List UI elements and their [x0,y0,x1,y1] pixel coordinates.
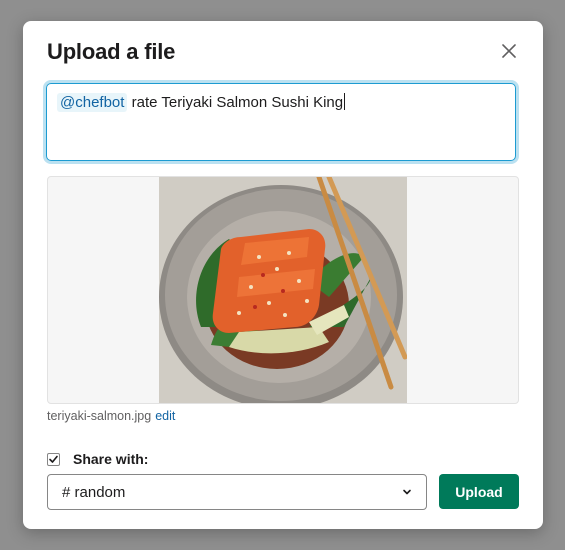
upload-button[interactable]: Upload [439,474,519,509]
message-text: rate Teriyaki Salmon Sushi King [127,94,344,111]
file-name-row: teriyaki-salmon.jpg edit [47,409,175,423]
dialog-title: Upload a file [47,39,176,64]
message-input[interactable]: @chefbot rate Teriyaki Salmon Sushi King [46,83,516,161]
file-name: teriyaki-salmon.jpg [47,409,152,423]
mention-chefbot[interactable]: @chefbot [57,93,128,112]
chevron-down-icon [403,489,411,495]
checkmark-icon [49,455,58,463]
channel-select-value: # random [62,483,126,501]
image-preview [47,176,519,404]
channel-select[interactable]: # random [47,474,427,510]
share-row: Share with: [47,451,148,467]
food-photo [159,177,407,403]
upload-dialog: Upload a file @chefbot rate Teriyaki Sal… [23,21,543,529]
edit-filename-link[interactable]: edit [155,409,175,423]
share-label: Share with: [73,451,149,467]
share-checkbox[interactable] [47,452,60,466]
text-caret [344,93,346,110]
close-icon[interactable] [499,41,519,61]
